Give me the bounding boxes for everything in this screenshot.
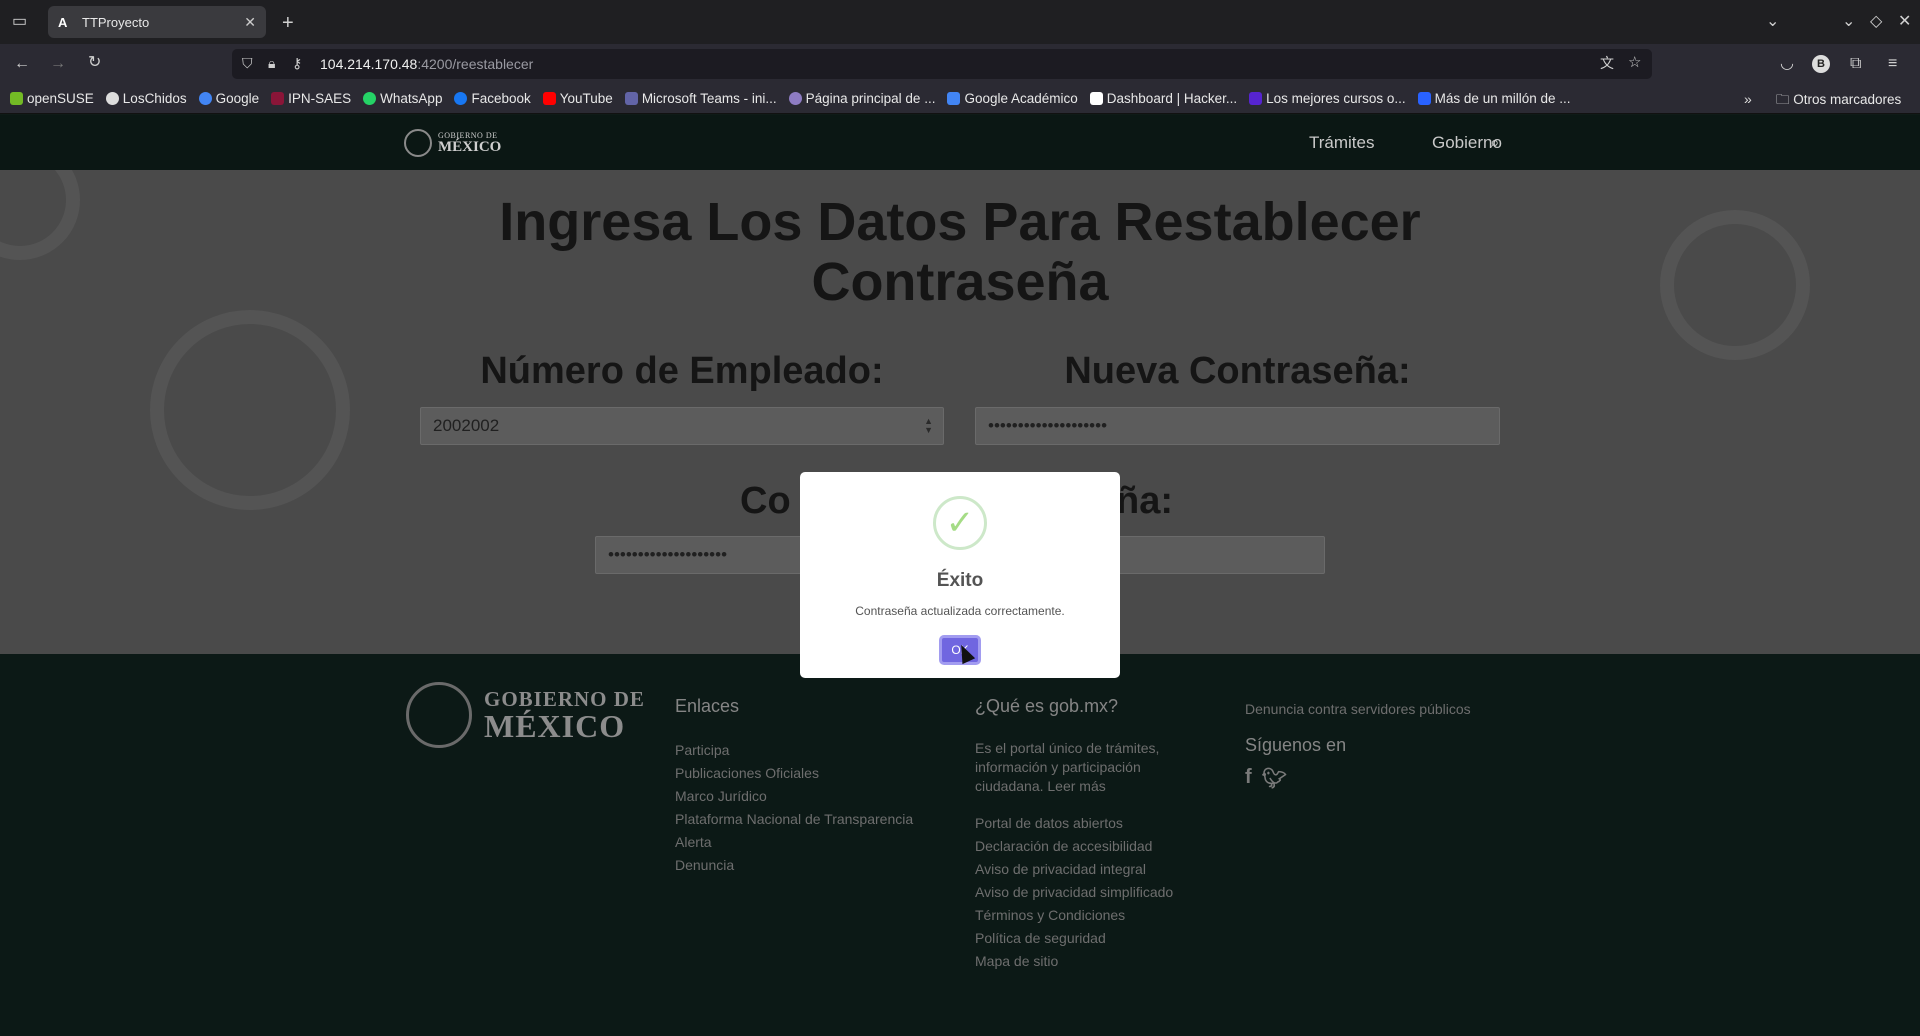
tab-overflow-chevron-icon[interactable]: ⌄ (1766, 14, 1779, 30)
bookmark-label: Página principal de ... (805, 91, 936, 106)
bookmark-label: Facebook (471, 91, 531, 106)
url-path: :4200/reestablecer (417, 56, 534, 72)
bookmark-label: Los mejores cursos o... (1266, 91, 1406, 106)
bookmark-hackerrank[interactable]: Dashboard | Hacker... (1089, 91, 1238, 106)
site-icon (1417, 92, 1431, 105)
opensuse-icon (10, 92, 23, 105)
folder-icon: 🗀 (1776, 92, 1794, 107)
bookmark-loschidos[interactable]: LosChidos (105, 91, 187, 106)
bookmark-label: Google (215, 91, 260, 106)
bookmark-label: LosChidos (122, 91, 187, 106)
scholar-icon (947, 92, 961, 105)
bookmark-label: openSUSE (27, 91, 94, 106)
maximize-icon[interactable]: ◇ (1870, 14, 1882, 30)
minimize-icon[interactable]: ⌄ (1842, 14, 1855, 30)
bookmark-label: WhatsApp (380, 91, 443, 106)
bookmark-star-icon[interactable]: ☆ (1628, 55, 1641, 70)
menu-icon[interactable]: ≡ (1888, 56, 1897, 72)
tab-title: TTProyecto (82, 14, 150, 30)
bookmark-opensuse[interactable]: openSUSE (10, 91, 94, 106)
shield-icon[interactable]: ⛉ (242, 56, 253, 70)
site-icon (788, 92, 802, 105)
url-host: 104.214.170.48 (320, 56, 418, 72)
bookmarks-bar: openSUSE LosChidos Google IPN-SAES Whats… (0, 84, 1920, 114)
bookmark-whatsapp[interactable]: WhatsApp (363, 91, 442, 106)
bookmark-label: Google Académico (964, 91, 1078, 106)
bookmark-pagina-principal[interactable]: Página principal de ... (788, 91, 936, 106)
bookmark-label: Microsoft Teams - ini... (641, 91, 777, 106)
ipn-icon (271, 92, 285, 105)
udemy-icon (1249, 92, 1263, 105)
dialog-title: Éxito (936, 570, 984, 591)
whatsapp-icon (363, 92, 377, 105)
forward-icon[interactable]: → (50, 56, 66, 72)
address-bar[interactable]: ⛉ 🔒︎ ⚷ 104.214.170.48 :4200/reestablecer… (232, 49, 1652, 79)
tab-ttproyecto[interactable]: A TTProyecto ✕ (48, 6, 266, 38)
bookmark-youtube[interactable]: YouTube (542, 91, 613, 106)
bookmark-label: Dashboard | Hacker... (1106, 91, 1238, 106)
success-check-icon: ✓ (933, 496, 987, 550)
pocket-icon[interactable]: ◡ (1780, 56, 1794, 72)
nav-bar: ← → ↻ ⛉ 🔒︎ ⚷ 104.214.170.48 :4200/reesta… (0, 44, 1920, 84)
bookmark-label: IPN-SAES (288, 91, 352, 106)
other-bookmarks[interactable]: 🗀 Otros marcadores (1776, 90, 1901, 113)
bookmark-mas-de-un-millon[interactable]: Más de un millón de ... (1417, 91, 1571, 106)
key-icon[interactable]: ⚷ (292, 56, 302, 70)
close-window-icon[interactable]: ✕ (1898, 14, 1911, 30)
reload-icon[interactable]: ↻ (88, 55, 101, 71)
account-avatar-icon[interactable]: B (1812, 55, 1830, 73)
angular-favicon-icon: A (58, 14, 68, 30)
youtube-icon (542, 92, 556, 105)
tab-close-icon[interactable]: ✕ (244, 14, 256, 31)
teams-icon (624, 92, 638, 105)
facebook-icon (454, 92, 468, 105)
tab-list-icon[interactable]: ▭ (12, 14, 27, 30)
bookmark-ipn-saes[interactable]: IPN-SAES (271, 91, 351, 106)
back-icon[interactable]: ← (14, 56, 30, 72)
lock-icon[interactable]: 🔒︎ (268, 56, 275, 70)
bookmark-google-academico[interactable]: Google Académico (947, 91, 1078, 106)
new-tab-icon[interactable]: + (282, 13, 294, 33)
bookmarks-overflow-icon[interactable]: » (1744, 91, 1752, 107)
bookmark-teams[interactable]: Microsoft Teams - ini... (624, 91, 777, 106)
extensions-icon[interactable]: ⧉ (1850, 56, 1861, 72)
google-icon (198, 92, 212, 105)
translate-icon[interactable]: 文 (1600, 56, 1614, 70)
bookmark-facebook[interactable]: Facebook (454, 91, 531, 106)
bookmark-label: Más de un millón de ... (1434, 91, 1571, 106)
tab-bar: ▭ A TTProyecto ✕ + ⌄ ⌄ ◇ ✕ (0, 0, 1920, 44)
other-bookmarks-label: Otros marcadores (1793, 92, 1902, 107)
bookmark-label: YouTube (559, 91, 613, 106)
dialog-message: Contraseña actualizada correctamente. (855, 604, 1065, 618)
bookmark-udemy[interactable]: Los mejores cursos o... (1249, 91, 1406, 106)
github-icon (105, 92, 119, 105)
bookmark-google[interactable]: Google (198, 91, 260, 106)
hackerrank-icon (1089, 92, 1103, 105)
